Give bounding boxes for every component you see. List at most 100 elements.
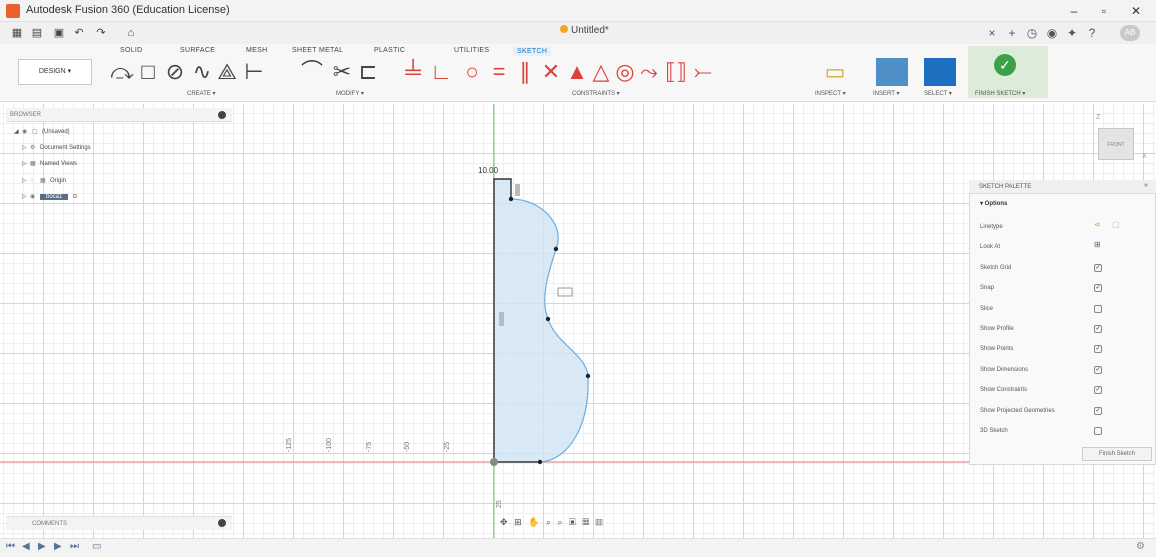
zoom-icon[interactable]: ⌕ (546, 517, 553, 527)
maximize-button[interactable]: ▫ (1090, 2, 1118, 20)
timeline-play-icon[interactable]: ▶ (38, 541, 46, 552)
timeline-next-icon[interactable]: ▶ (54, 541, 62, 552)
spline-tool-icon[interactable]: ∿ (190, 60, 214, 84)
expand-icon[interactable]: ▷ (22, 142, 30, 154)
tangent-constraint-icon[interactable]: ○ (460, 60, 484, 84)
create-group-label[interactable]: CREATE ▾ (187, 90, 216, 97)
triangle-constraint-icon[interactable]: △ (590, 60, 612, 84)
timeline-previous-icon[interactable]: ◀ (22, 541, 30, 552)
options-section-label[interactable]: ▾ Options (980, 200, 1007, 207)
fit-icon[interactable]: ⌕ (557, 517, 564, 527)
home-icon[interactable]: ⌂ (124, 27, 138, 39)
visibility-icon[interactable]: ◉ (22, 126, 32, 138)
finish-sketch-group-label[interactable]: FINISH SKETCH ▾ (975, 90, 1025, 97)
fillet-tool-icon[interactable]: ⌒ (300, 60, 324, 84)
timeline-last-icon[interactable]: ⏭ (70, 541, 79, 552)
trim-tool-icon[interactable]: ✂ (330, 60, 354, 84)
constraints-group-label[interactable]: CONSTRAINTS ▾ (572, 90, 620, 97)
collinear-constraint-icon[interactable]: ⤳ (638, 60, 660, 84)
concentric-constraint-icon[interactable]: ◎ (614, 60, 636, 84)
tab-sketch[interactable]: SKETCH (513, 47, 552, 56)
close-tab-icon[interactable]: × (984, 25, 1000, 41)
display-settings-icon[interactable]: ▣ (569, 517, 578, 527)
perpendicular-constraint-icon[interactable]: ∟ (430, 60, 452, 84)
comments-panel-header[interactable]: COMMENTS (6, 516, 232, 530)
3d-sketch-checkbox[interactable] (1094, 427, 1102, 435)
equal-constraint-icon[interactable]: = (488, 60, 510, 84)
linetype-construction-icon[interactable]: ⋖ (1094, 220, 1101, 229)
parallel-constraint-icon[interactable]: ∥ (514, 60, 536, 84)
browser-item-origin[interactable]: ▷ ◌ ▦ Origin (22, 175, 66, 187)
redo-icon[interactable]: ↷ (94, 27, 108, 39)
tab-utilities[interactable]: UTILITIES (454, 47, 489, 54)
palette-expand-icon[interactable]: » (1144, 182, 1148, 189)
show-points-checkbox[interactable]: ✓ (1094, 345, 1102, 353)
insert-image-icon[interactable] (876, 58, 908, 86)
curvature-constraint-icon[interactable]: ⤚ (692, 60, 714, 84)
help-icon[interactable]: ? (1084, 25, 1100, 41)
timeline-first-icon[interactable]: ⏮ (6, 541, 15, 552)
pan-icon[interactable]: ✋ (528, 517, 541, 527)
browser-item-root[interactable]: ◢ ◉ ▢ (Unsaved) (14, 126, 70, 138)
tab-sheet-metal[interactable]: SHEET METAL (292, 47, 343, 54)
orbit-icon[interactable]: ✥ (500, 517, 510, 527)
dimension-label[interactable]: 10.00 (478, 166, 498, 175)
grid-settings-icon[interactable]: ▦ (582, 517, 591, 527)
user-avatar[interactable]: AB (1120, 25, 1140, 41)
modify-group-label[interactable]: MODIFY ▾ (336, 90, 364, 97)
file-icon[interactable]: ▤ (30, 27, 44, 39)
browser-panel-header[interactable]: BROWSER (6, 108, 232, 122)
tab-solid[interactable]: SOLID (120, 47, 143, 54)
tab-surface[interactable]: SURFACE (180, 47, 215, 54)
save-icon[interactable]: ▣ (52, 27, 66, 39)
comments-pin-icon[interactable] (218, 519, 226, 527)
tab-mesh[interactable]: MESH (246, 47, 267, 54)
new-tab-icon[interactable]: + (1004, 25, 1020, 41)
show-projected-geometries-checkbox[interactable]: ✓ (1094, 407, 1102, 415)
expand-icon[interactable]: ▷ (22, 175, 30, 187)
document-tab[interactable]: Untitled* (560, 25, 609, 36)
select-group-label[interactable]: SELECT ▾ (924, 90, 952, 97)
visibility-icon[interactable]: ◌ (30, 175, 40, 187)
select-arrow-icon[interactable] (924, 58, 956, 86)
visibility-icon[interactable]: ◉ (30, 191, 40, 203)
fix-constraint-icon[interactable]: ▲ (566, 60, 588, 84)
finish-sketch-button[interactable]: Finish Sketch (1082, 447, 1152, 461)
coincident-constraint-icon[interactable]: ╧ (404, 60, 422, 84)
timeline-sketch-feature-icon[interactable]: ▭ (92, 541, 101, 552)
insert-group-label[interactable]: INSERT ▾ (873, 90, 899, 97)
active-sketch-icon[interactable]: ⊙ (72, 194, 77, 200)
view-cube[interactable]: FRONT (1098, 128, 1134, 160)
circle-tool-icon[interactable]: ⊘ (162, 60, 188, 84)
slice-checkbox[interactable] (1094, 305, 1102, 313)
browser-item-named-views[interactable]: ▷ ▦ Named Views (22, 158, 77, 170)
collapse-icon[interactable]: ◢ (14, 126, 22, 138)
show-constraints-checkbox[interactable]: ✓ (1094, 386, 1102, 394)
look-at-icon[interactable]: ⊞ (1094, 240, 1101, 249)
measure-tool-icon[interactable]: ▭ (822, 60, 848, 84)
expand-icon[interactable]: ▷ (22, 191, 30, 203)
viewports-icon[interactable]: ▥ (596, 517, 605, 527)
slot-tool-icon[interactable]: ⊢ (242, 60, 266, 84)
browser-item-sketch[interactable]: ▷ ◉ boca1 ⊙ (22, 191, 77, 203)
extensions-icon[interactable]: ◷ (1024, 25, 1040, 41)
panel-pin-icon[interactable] (218, 111, 226, 119)
job-status-icon[interactable]: ◉ (1044, 25, 1060, 41)
look-at-nav-icon[interactable]: ⊞ (514, 517, 524, 527)
minimize-button[interactable]: – (1060, 2, 1088, 20)
grid-menu-icon[interactable]: ▦ (10, 27, 24, 39)
linetype-centerline-icon[interactable]: ▢ (1112, 220, 1120, 229)
midpoint-constraint-icon[interactable]: ✕ (540, 60, 562, 84)
browser-item-document-settings[interactable]: ▷ ⚙ Document Settings (22, 142, 91, 154)
undo-icon[interactable]: ↶ (72, 27, 86, 39)
expand-icon[interactable]: ▷ (22, 158, 30, 170)
close-button[interactable]: ✕ (1122, 2, 1150, 20)
symmetry-constraint-icon[interactable]: ⟦⟧ (664, 60, 688, 84)
sketch-palette-header[interactable]: SKETCH PALETTE (969, 180, 1156, 194)
inspect-group-label[interactable]: INSPECT ▾ (815, 90, 846, 97)
snap-checkbox[interactable]: ✓ (1094, 284, 1102, 292)
offset-tool-icon[interactable]: ⊏ (356, 60, 380, 84)
show-dimensions-checkbox[interactable]: ✓ (1094, 366, 1102, 374)
tab-plastic[interactable]: PLASTIC (374, 47, 405, 54)
line-tool-icon[interactable]: ⤼ (110, 60, 134, 84)
